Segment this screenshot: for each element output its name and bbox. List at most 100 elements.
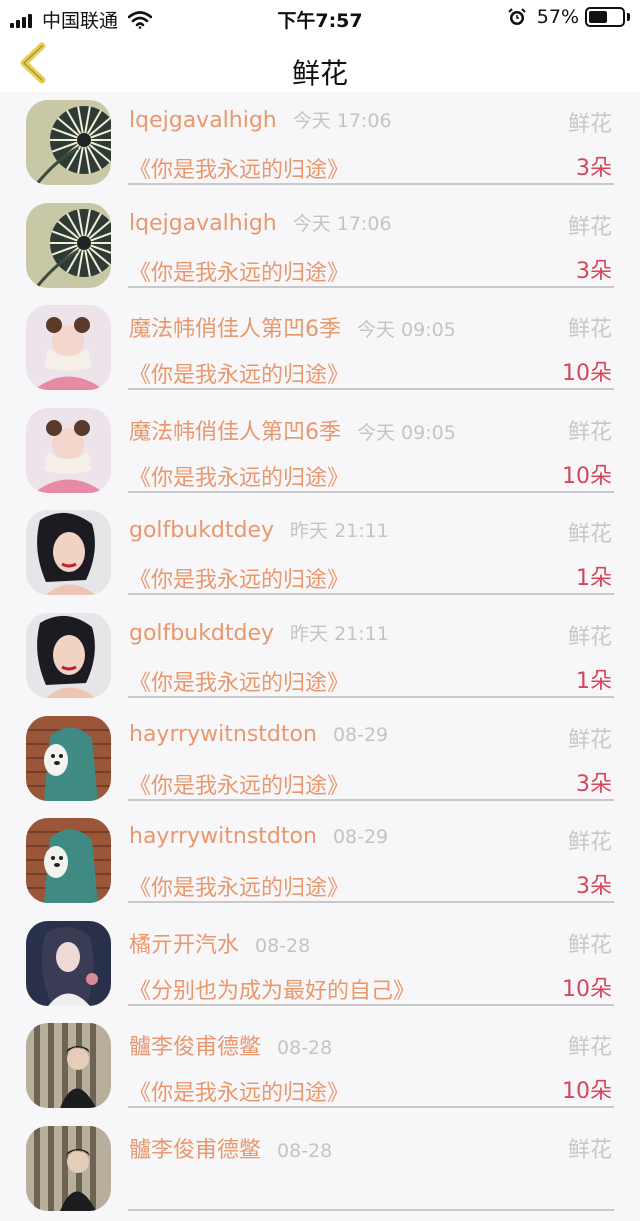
- song-title: 《你是我永远的归途》: [129, 363, 350, 389]
- list-item[interactable]: golfbukdtdey 昨天 21:11 鲜花 《你是我永远的归途》 1朵: [0, 605, 640, 708]
- list-item[interactable]: lqejgavalhigh 今天 17:06 鲜花 《你是我永远的归途》 3朵: [0, 92, 640, 195]
- timestamp: 08-28: [277, 1037, 333, 1060]
- divider: [128, 183, 614, 185]
- flower-count: 1朵: [576, 566, 612, 592]
- song-title: 《你是我永远的归途》: [129, 568, 350, 594]
- song-title: 《你是我永远的归途》: [129, 465, 350, 491]
- gift-type-label: 鲜花: [567, 112, 612, 137]
- username[interactable]: 魔法帏俏佳人第凹6季 今天 09:05: [129, 311, 456, 343]
- song-title: 《你是我永远的归途》: [129, 1081, 350, 1107]
- list-item[interactable]: 魔法帏俏佳人第凹6季 今天 09:05 鲜花 《你是我永远的归途》 10朵: [0, 400, 640, 503]
- flower-count: 3朵: [576, 874, 612, 900]
- gift-type-label: 鲜花: [567, 317, 612, 343]
- gift-type-label: 鲜花: [567, 1137, 612, 1163]
- flower-count: 10朵: [562, 976, 612, 1002]
- gift-type-label: 鲜花: [567, 624, 612, 650]
- gift-type-label: 鲜花: [567, 830, 612, 856]
- song-title: 《你是我永远的归途》: [129, 670, 350, 696]
- username[interactable]: 髗李俊甫德鳖 08-28: [129, 1029, 332, 1061]
- username-text[interactable]: 魔法帏俏佳人第凹6季: [129, 420, 341, 445]
- flower-count: 3朵: [576, 771, 612, 797]
- list-item[interactable]: hayrrywitnstdton 08-29 鲜花 《你是我永远的归途》 3朵: [0, 708, 640, 811]
- list-item[interactable]: lqejgavalhigh 今天 17:06 鲜花 《你是我永远的归途》 3朵: [0, 195, 640, 298]
- flower-count: 10朵: [562, 1079, 612, 1105]
- username-text[interactable]: lqejgavalhigh: [129, 211, 277, 236]
- timestamp: 08-29: [332, 826, 389, 849]
- timestamp: 08-28: [255, 934, 311, 957]
- list-item[interactable]: golfbukdtdey 昨天 21:11 鲜花 《你是我永远的归途》 1朵: [0, 502, 640, 605]
- username[interactable]: golfbukdtdey 昨天 21:11: [129, 619, 389, 646]
- woman-portrait-avatar[interactable]: [26, 510, 111, 596]
- bear-hoodie-avatar[interactable]: [26, 715, 111, 801]
- timestamp: 今天 17:06: [292, 212, 392, 235]
- username[interactable]: 橘亓开汽水 08-28: [129, 927, 310, 959]
- battery-percent: 57%: [536, 6, 579, 28]
- flower-count: 3朵: [576, 258, 612, 284]
- username-text[interactable]: 髗李俊甫德鳖: [129, 1138, 261, 1163]
- username-text[interactable]: hayrrywitnstdton: [129, 824, 317, 849]
- username[interactable]: 魔法帏俏佳人第凹6季 今天 09:05: [129, 414, 456, 446]
- divider: [128, 593, 614, 596]
- username-text[interactable]: golfbukdtdey: [129, 518, 274, 543]
- username-text[interactable]: lqejgavalhigh: [129, 108, 277, 133]
- username[interactable]: hayrrywitnstdton 08-29: [129, 722, 388, 747]
- timestamp: 今天 09:05: [357, 421, 456, 444]
- song-title: 《你是我永远的归途》: [129, 158, 350, 183]
- pink-girl-avatar[interactable]: [26, 305, 111, 391]
- divider: [128, 285, 614, 288]
- timestamp: 08-28: [277, 1139, 333, 1162]
- username-text[interactable]: 魔法帏俏佳人第凹6季: [129, 317, 341, 342]
- username-text[interactable]: hayrrywitnstdton: [129, 722, 317, 747]
- username[interactable]: hayrrywitnstdton 08-29: [129, 824, 388, 849]
- gift-type-label: 鲜花: [567, 419, 612, 445]
- gift-type-label: 鲜花: [567, 727, 612, 753]
- flower-count: 10朵: [562, 361, 612, 387]
- nav-bar: 鲜花: [0, 34, 640, 92]
- list-item[interactable]: 魔法帏俏佳人第凹6季 今天 09:05 鲜花 《你是我永远的归途》 10朵: [0, 297, 640, 400]
- alarm-clock-icon: [508, 8, 526, 25]
- pink-girl-avatar[interactable]: [26, 407, 111, 493]
- divider: [128, 695, 614, 698]
- gift-type-label: 鲜花: [567, 214, 612, 240]
- list-item[interactable]: hayrrywitnstdton 08-29 鲜花 《你是我永远的归途》 3朵: [0, 810, 640, 913]
- woman-portrait-avatar[interactable]: [26, 612, 111, 698]
- flower-gift-list: lqejgavalhigh 今天 17:06 鲜花 《你是我永远的归途》 3朵 l…: [0, 92, 640, 1221]
- gift-type-label: 鲜花: [567, 522, 612, 548]
- man-portrait-avatar[interactable]: [26, 1023, 111, 1109]
- flower-count: 3朵: [576, 156, 612, 181]
- flower-count: 1朵: [576, 668, 612, 694]
- divider: [128, 388, 614, 391]
- list-item[interactable]: 髗李俊甫德鳖 08-28 鲜花: [0, 1118, 640, 1221]
- song-title: 《你是我永远的归途》: [129, 260, 350, 286]
- username[interactable]: 髗李俊甫德鳖 08-28: [129, 1132, 332, 1164]
- timestamp: 08-29: [332, 723, 389, 746]
- username-text[interactable]: golfbukdtdey: [129, 621, 274, 646]
- dandelion-avatar[interactable]: [26, 202, 111, 288]
- timestamp: 今天 17:06: [292, 110, 392, 132]
- divider: [128, 1208, 614, 1211]
- dandelion-avatar[interactable]: [26, 100, 111, 185]
- status-bar: 中国联通 下午7:57 57%: [0, 0, 640, 34]
- list-item[interactable]: 橘亓开汽水 08-28 鲜花 《分别也为成为最好的自己》 10朵: [0, 913, 640, 1016]
- flower-count: 10朵: [562, 463, 612, 489]
- username[interactable]: lqejgavalhigh 今天 17:06: [129, 106, 392, 133]
- bear-hoodie-avatar[interactable]: [26, 818, 111, 904]
- username[interactable]: lqejgavalhigh 今天 17:06: [129, 209, 392, 236]
- page-title: 鲜花: [291, 57, 348, 90]
- song-title: 《你是我永远的归途》: [129, 773, 350, 799]
- gift-type-label: 鲜花: [567, 1035, 612, 1061]
- username[interactable]: golfbukdtdey 昨天 21:11: [129, 516, 389, 543]
- divider: [128, 1106, 614, 1109]
- username-text[interactable]: 橘亓开汽水: [129, 933, 239, 958]
- anime-girl-avatar[interactable]: [26, 920, 111, 1006]
- list-item[interactable]: 髗李俊甫德鳖 08-28 鲜花 《你是我永远的归途》 10朵: [0, 1015, 640, 1118]
- divider: [128, 798, 614, 801]
- timestamp: 今天 09:05: [357, 319, 456, 342]
- username-text[interactable]: 髗李俊甫德鳖: [129, 1035, 261, 1060]
- song-title: 《你是我永远的归途》: [129, 876, 350, 902]
- song-title: 《分别也为成为最好的自己》: [129, 978, 416, 1004]
- timestamp: 昨天 21:11: [290, 622, 389, 645]
- battery-icon: [585, 7, 630, 27]
- divider: [128, 1003, 614, 1006]
- gift-type-label: 鲜花: [567, 932, 612, 958]
